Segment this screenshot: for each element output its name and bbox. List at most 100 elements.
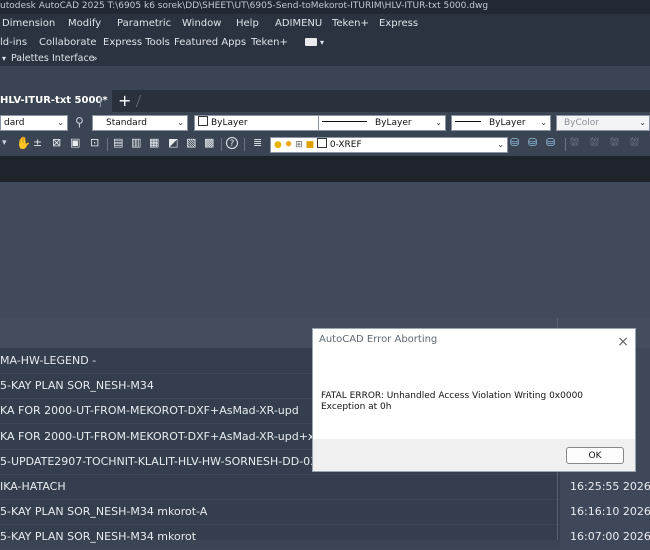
lightbulb-icon: ● xyxy=(274,140,282,150)
calculator-icon[interactable]: ▩ xyxy=(204,136,214,149)
menu-teken-plus[interactable]: Teken+ xyxy=(332,14,369,34)
linetype-value: ByLayer xyxy=(375,118,412,128)
panel-interface[interactable]: Interface xyxy=(52,52,95,66)
layer-previous-icon[interactable]: ⛁ xyxy=(546,136,555,149)
close-icon[interactable]: × xyxy=(617,331,629,353)
layer-properties-icon[interactable]: ≣ xyxy=(253,136,262,149)
text-style-value: Standard xyxy=(106,118,147,128)
chevron-down-icon: ⌄ xyxy=(639,118,646,127)
list-item[interactable]: 5-KAY PLAN SOR_NESH-M34 mkorot-A 16:16:1… xyxy=(0,499,650,525)
ok-button[interactable]: OK xyxy=(566,447,624,464)
toolbar-divider xyxy=(107,138,108,151)
properties-icon[interactable]: ▤ xyxy=(113,136,123,149)
ribbon-tabs: ld-ins Collaborate Express Tools Feature… xyxy=(0,34,650,52)
chevron-down-icon: ⌄ xyxy=(540,118,547,127)
dialog-message: FATAL ERROR: Unhandled Access Violation … xyxy=(321,391,584,412)
layer-tool-icon-1[interactable]: ⛆ xyxy=(570,136,579,150)
file-tab-active[interactable]: HLV-ITUR-txt 5000* xyxy=(0,90,112,112)
layer-tool-icon-4[interactable]: ⛆ xyxy=(630,136,639,150)
markup-icon[interactable]: ▧ xyxy=(186,136,196,149)
lineweight-combo[interactable]: ByLayer ⌄ xyxy=(451,115,551,131)
layer-match-icon[interactable]: ⛁ xyxy=(528,136,537,149)
lock-icon: ■ xyxy=(305,140,315,150)
list-item-name: KA FOR 2000-UT-FROM-MEKOROT-DXF+AsMad-XR… xyxy=(0,430,326,443)
style-wand-icon[interactable]: ⚲ xyxy=(75,115,89,129)
list-item-name: MA-HW-LEGEND - xyxy=(0,354,97,367)
panel-arrow-icon[interactable]: ▾ xyxy=(2,52,6,66)
list-item[interactable]: 5-KAY PLAN SOR_NESH-M34 mkorot 16:07:00 … xyxy=(0,524,650,550)
error-dialog: AutoCAD Error Aborting × FATAL ERROR: Un… xyxy=(312,328,636,472)
panel-row: ▾ Palettes Interface » xyxy=(0,52,650,66)
layer-tool-icon-2[interactable]: ⛆ xyxy=(590,136,599,150)
tab-separator xyxy=(100,96,101,107)
dialog-title: AutoCAD Error Aborting xyxy=(319,334,438,345)
panel-expand-icon[interactable]: » xyxy=(92,52,98,66)
color-combo[interactable]: ByLayer ⌄ xyxy=(194,115,330,131)
plot-style-combo[interactable]: ByColor ⌄ xyxy=(556,115,650,131)
ribbon-dropdown-icon[interactable]: ▾ xyxy=(320,34,324,52)
viewport-freeze-icon: ⊞ xyxy=(295,140,303,150)
chevron-down-icon: ⌄ xyxy=(497,140,504,149)
chevron-down-icon: ⌄ xyxy=(57,118,64,127)
menu-window[interactable]: Window xyxy=(182,14,221,34)
dialog-footer: OK xyxy=(313,439,635,471)
dialog-body: FATAL ERROR: Unhandled Access Violation … xyxy=(313,351,635,439)
command-strip xyxy=(0,156,650,182)
menu-bar: Dimension Modify Parametric Window Help … xyxy=(0,14,650,34)
list-item-name: KA FOR 2000-UT-FROM-MEKOROT-DXF+AsMad-XR… xyxy=(0,404,299,417)
ribbon-tab-addins[interactable]: ld-ins xyxy=(0,34,27,52)
design-center-icon[interactable]: ▥ xyxy=(131,136,141,149)
zoom-window-icon[interactable]: ⊠ xyxy=(52,136,61,149)
color-swatch xyxy=(198,116,208,126)
toolbar-divider xyxy=(221,138,222,151)
help-icon[interactable]: ? xyxy=(226,137,238,149)
dialog-title-bar: AutoCAD Error Aborting × xyxy=(313,329,635,351)
make-current-icon[interactable]: ⛁ xyxy=(510,136,519,149)
linetype-combo[interactable]: ByLayer ⌄ xyxy=(318,115,446,131)
ribbon-tab-express-tools[interactable]: Express Tools xyxy=(103,34,170,52)
menu-adimenu[interactable]: ADIMENU xyxy=(275,14,322,34)
list-item-name: 5-KAY PLAN SOR_NESH-M34 xyxy=(0,379,154,392)
color-value: ByLayer xyxy=(211,118,248,128)
menu-dimension[interactable]: Dimension xyxy=(2,14,55,34)
menu-express[interactable]: Express xyxy=(379,14,418,34)
list-item-name: 5-UPDATE2907-TOCHNIT-KLALIT-HLV-HW-SORNE… xyxy=(0,455,318,468)
text-style-combo[interactable]: Standard ⌄ xyxy=(92,115,188,131)
zoom-realtime-icon[interactable]: ± xyxy=(33,136,42,149)
list-item[interactable]: IKA-HATACH 16:25:55 2026 ÷ xyxy=(0,474,650,500)
new-tab-button[interactable]: + xyxy=(118,91,131,110)
dim-style-combo[interactable]: dard ⌄ xyxy=(0,115,68,131)
layer-color-swatch xyxy=(316,138,327,148)
tab-divider xyxy=(135,95,142,107)
plot-style-value: ByColor xyxy=(564,118,599,128)
pan-icon[interactable]: ✋ xyxy=(16,136,31,150)
lineweight-value: ByLayer xyxy=(489,118,526,128)
properties-toolbar: dard ⌄ ⚲ Standard ⌄ ByLayer ⌄ ByLayer ⌄ … xyxy=(0,112,650,134)
chevron-down-icon: ⌄ xyxy=(177,118,184,127)
list-item-name: 5-KAY PLAN SOR_NESH-M34 mkorot xyxy=(0,530,197,543)
toolbar-divider xyxy=(244,138,245,151)
drawing-area[interactable] xyxy=(0,182,650,318)
tool-palettes-icon[interactable]: ▦ xyxy=(149,136,159,149)
ribbon-tab-teken-plus[interactable]: Teken+ xyxy=(251,34,288,52)
menu-parametric[interactable]: Parametric xyxy=(117,14,171,34)
ribbon-area xyxy=(0,66,650,90)
standard-toolbar: ▾ ✋ ± ⊠ ▣ ⊡ ▤ ▥ ▦ ◩ ▧ ▩ ? ≣ ● ✹ ⊞ ■ 0-XR… xyxy=(0,134,650,156)
menu-modify[interactable]: Modify xyxy=(68,14,101,34)
sun-icon: ✹ xyxy=(284,140,293,150)
toolbar-arrow-icon[interactable]: ▾ xyxy=(2,138,7,148)
window-title: utodesk AutoCAD 2025 T:\6905 k6 sorek\DD… xyxy=(0,1,489,11)
chevron-down-icon: ⌄ xyxy=(435,118,442,127)
layer-tool-icon-3[interactable]: ⛆ xyxy=(610,136,619,150)
menu-help[interactable]: Help xyxy=(236,14,259,34)
sheet-set-icon[interactable]: ◩ xyxy=(168,136,178,149)
zoom-previous-icon[interactable]: ▣ xyxy=(70,136,80,149)
ribbon-tab-collaborate[interactable]: Collaborate xyxy=(39,34,97,52)
zoom-extents-icon[interactable]: ⊡ xyxy=(90,136,99,149)
ribbon-toggle-icon[interactable] xyxy=(305,38,317,46)
ribbon-tab-featured-apps[interactable]: Featured Apps xyxy=(174,34,246,52)
file-tab-label: HLV-ITUR-txt 5000* xyxy=(0,95,108,106)
layer-combo[interactable]: ● ✹ ⊞ ■ 0-XREF ⌄ xyxy=(270,137,508,153)
panel-palettes[interactable]: Palettes xyxy=(11,52,49,66)
lineweight-preview xyxy=(455,121,481,122)
